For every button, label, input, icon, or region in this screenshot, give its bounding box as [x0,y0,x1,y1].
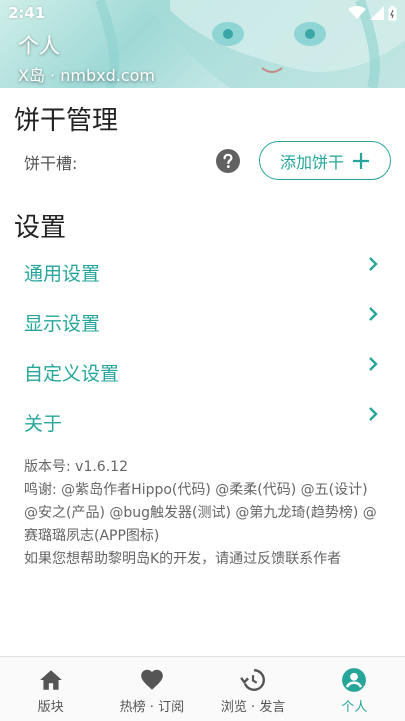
cookie-slot-row: 饼干槽: 添加饼干 [0,140,405,182]
credits-text: 鸣谢: @紫岛作者Hippo(代码) @柔柔(代码) @五(设计) @安之(产品… [24,482,377,544]
chevron-right-icon [369,257,378,271]
heart-icon [141,669,163,690]
settings-item-general[interactable]: 通用设置 [0,249,405,295]
chevron-right-icon [369,357,378,371]
nav-tab-history[interactable]: 浏览 · 发言 [203,657,304,721]
cookie-section-title: 饼干管理 [14,106,119,136]
help-icon[interactable] [216,149,240,173]
nav-tab-profile[interactable]: 个人 [304,657,405,721]
chevron-right-icon [369,307,378,321]
nav-tab-label: 热榜 · 订阅 [119,700,185,715]
signal-icon [370,6,384,20]
add-cookie-button[interactable]: 添加饼干 [259,141,391,180]
about-info: 版本号: v1.6.12 鸣谢: @紫岛作者Hippo(代码) @柔柔(代码) … [24,456,384,571]
history-icon [240,669,266,691]
profile-header: 2:41 个人 X岛 · nmbxd.com [0,0,405,88]
account-icon [342,668,367,692]
chevron-right-icon [369,407,378,421]
add-cookie-label: 添加饼干 [279,152,344,172]
settings-item-custom[interactable]: 自定义设置 [0,349,405,395]
site-subtitle: X岛 · nmbxd.com [18,66,155,85]
battery-icon [388,5,397,20]
nav-tab-label: 个人 [341,700,368,715]
settings-item-label: 通用设置 [24,262,101,285]
status-bar: 2:41 [0,0,405,26]
home-icon [39,670,62,690]
cookie-slot-label: 饼干槽: [24,154,78,173]
settings-item-about[interactable]: 关于 [0,399,405,445]
nav-tab-forums[interactable]: 版块 [0,657,101,721]
nav-tab-label: 版块 [37,700,64,715]
status-time: 2:41 [8,4,46,22]
page-title: 个人 [18,34,60,58]
settings-item-display[interactable]: 显示设置 [0,299,405,345]
nav-tab-trending[interactable]: 热榜 · 订阅 [101,657,202,721]
bottom-navigation: 版块 热榜 · 订阅 浏览 · 发言 个人 [0,656,405,721]
settings-section-title: 设置 [14,213,67,243]
plus-icon [353,152,369,169]
settings-item-label: 显示设置 [24,312,101,335]
status-icons [348,5,397,21]
settings-item-label: 关于 [24,412,63,435]
version-text: 版本号: v1.6.12 [24,459,128,475]
contact-text: 如果您想帮助黎明岛K的开发，请通过反馈联系作者 [24,551,342,567]
wifi-icon [348,6,366,19]
settings-item-label: 自定义设置 [24,362,120,385]
nav-tab-label: 浏览 · 发言 [220,700,286,715]
